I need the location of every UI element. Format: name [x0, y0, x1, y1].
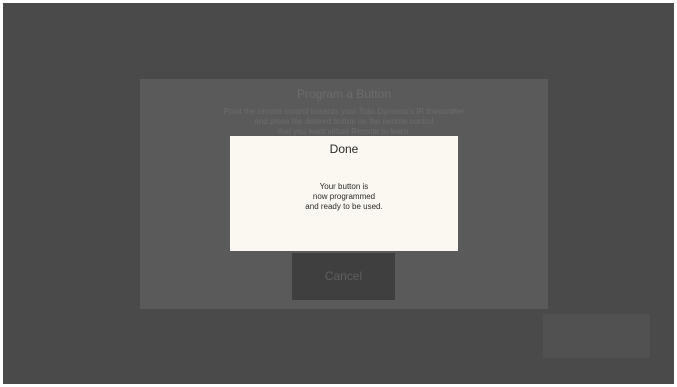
instruction-line: and press the desired button on the remo… — [254, 117, 434, 126]
message-line: and ready to be used. — [305, 202, 383, 211]
program-dialog-instructions: Point the remote control towards your To… — [184, 107, 504, 137]
done-dialog-message: Your button is now programmed and ready … — [230, 182, 458, 212]
program-dialog-title: Program a Button — [296, 87, 392, 101]
done-dialog-title: Done — [329, 142, 359, 156]
done-dialog[interactable]: Done Your button is now programmed and r… — [230, 136, 458, 251]
app-screen: Program a Button Point the remote contro… — [3, 3, 674, 384]
message-line: now programmed — [312, 192, 376, 201]
message-line: Your button is — [319, 182, 369, 191]
next-button — [543, 314, 650, 358]
cancel-button: Cancel — [292, 253, 395, 300]
instruction-line: Point the remote control towards your To… — [223, 107, 465, 116]
